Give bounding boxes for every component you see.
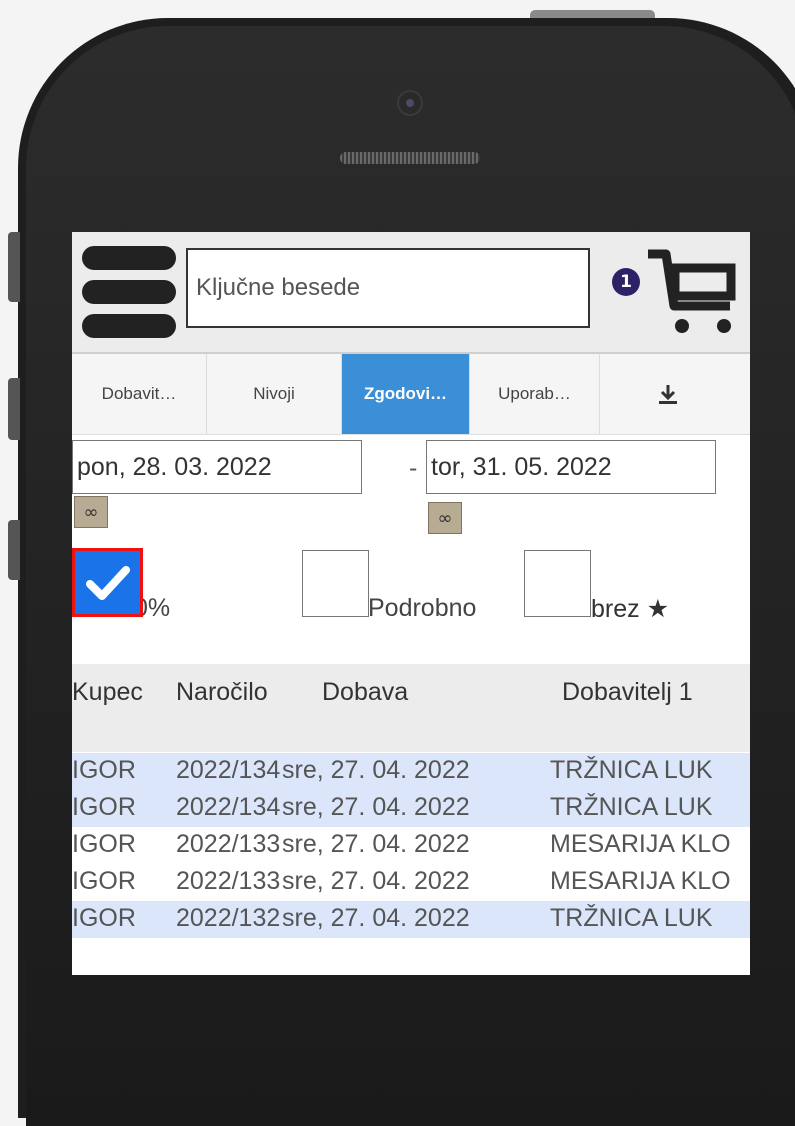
column-header-dobavitelj[interactable]: Dobavitelj 1 [562, 678, 693, 707]
search-input[interactable]: Ključne besede [186, 248, 590, 328]
table-row[interactable]: IGOR 2022/133 sre, 27. 04. 2022 MESARIJA KL… [72, 827, 750, 864]
cell-narocilo: 2022/134 [176, 756, 281, 784]
cell-narocilo: 2022/132 [176, 904, 281, 932]
tab-bar: Dobavit… Nivoji Zgodovi… Uporab… [72, 354, 750, 435]
tab-uporabniki[interactable]: Uporab… [470, 354, 600, 434]
tab-download[interactable] [600, 354, 735, 434]
download-icon [658, 385, 677, 404]
column-header-narocilo[interactable]: Naročilo [176, 678, 268, 707]
cell-kupec: IGOR [72, 793, 136, 821]
cell-kupec: IGOR [72, 830, 136, 858]
cart-count-badge: 1 [612, 268, 640, 296]
column-header-dobava[interactable]: Dobava [322, 678, 408, 707]
cell-dobava: sre, 27. 04. 2022 [282, 756, 470, 784]
tab-dobavitelj[interactable]: Dobavit… [72, 354, 207, 434]
top-bar: Ključne besede 1 [72, 232, 750, 354]
cell-dobavitelj: TRŽNICA LUK [550, 904, 713, 932]
phone-volume-button [8, 378, 20, 440]
cell-dobavitelj: TRŽNICA LUK [550, 793, 713, 821]
infinity-to-button[interactable]: ∞ [428, 502, 462, 534]
checkbox-2-label: Podrobno [368, 594, 477, 622]
hamburger-menu-icon[interactable] [82, 242, 176, 338]
phone-volume-button [8, 232, 20, 302]
date-from-value: pon, 28. 03. 2022 [77, 452, 272, 481]
phone-camera [397, 90, 423, 116]
tab-label: Dobavit… [101, 384, 177, 403]
cell-kupec: IGOR [72, 867, 136, 895]
checkbox-3-label: brez ★ [591, 595, 669, 623]
table-header: Kupec Naročilo Dobava Dobavitelj 1 [72, 664, 750, 752]
tab-label: Nivoji [253, 384, 295, 403]
checkmark-icon [85, 565, 130, 600]
cart-icon[interactable] [644, 244, 739, 336]
phone-side-button [8, 520, 20, 580]
cell-narocilo: 2022/133 [176, 867, 281, 895]
date-to-value: tor, 31. 05. 2022 [431, 452, 612, 481]
column-header-kupec[interactable]: Kupec [72, 678, 143, 707]
cell-dobava: sre, 27. 04. 2022 [282, 830, 470, 858]
table-row[interactable]: IGOR 2022/134 sre, 27. 04. 2022 TRŽNICA LUK [72, 790, 750, 827]
cell-narocilo: 2022/134 [176, 793, 281, 821]
table-row[interactable]: IGOR 2022/132 sre, 27. 04. 2022 TRŽNICA LUK [72, 901, 750, 938]
cell-dobava: sre, 27. 04. 2022 [282, 904, 470, 932]
tab-label: Zgodovi… [363, 384, 448, 403]
date-separator: - [409, 454, 418, 482]
cell-dobava: sre, 27. 04. 2022 [282, 867, 470, 895]
cell-dobava: sre, 27. 04. 2022 [282, 793, 470, 821]
app-screen: Ključne besede 1 Dobavit… Nivoji Zgodovi… [72, 232, 750, 975]
date-to-input[interactable]: tor, 31. 05. 2022 [426, 440, 716, 494]
podrobno-checkbox[interactable] [302, 550, 369, 617]
cell-dobavitelj: TRŽNICA LUK [550, 756, 713, 784]
search-placeholder: Ključne besede [196, 274, 361, 301]
cell-kupec: IGOR [72, 756, 136, 784]
cell-dobavitelj: MESARIJA KLO [550, 867, 731, 895]
phone-speaker [340, 152, 480, 164]
brez-star-checkbox[interactable] [524, 550, 591, 617]
infinity-from-button[interactable]: ∞ [74, 496, 108, 528]
cell-kupec: IGOR [72, 904, 136, 932]
table-row[interactable]: IGOR 2022/133 sre, 27. 04. 2022 MESARIJA KL… [72, 864, 750, 901]
table-row[interactable]: IGOR 2022/134 sre, 27. 04. 2022 TRŽNICA LUK [72, 753, 750, 790]
zero-percent-checkbox[interactable] [72, 548, 143, 617]
tab-label: Uporab… [498, 384, 571, 403]
date-from-input[interactable]: pon, 28. 03. 2022 [72, 440, 362, 494]
tab-nivoji[interactable]: Nivoji [207, 354, 342, 434]
tab-zgodovina[interactable]: Zgodovi… [342, 354, 470, 434]
cell-dobavitelj: MESARIJA KLO [550, 830, 731, 858]
cell-narocilo: 2022/133 [176, 830, 281, 858]
